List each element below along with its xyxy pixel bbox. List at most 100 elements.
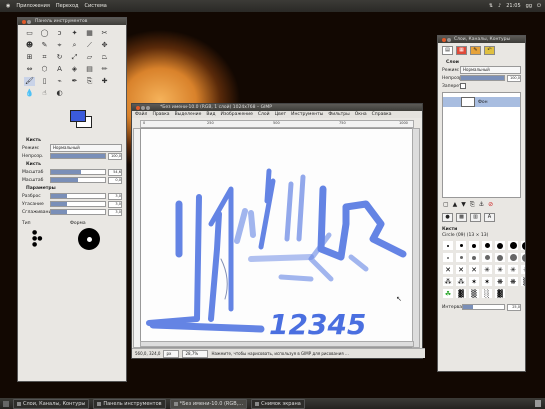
patterns-tab-icon[interactable]: ▩ <box>456 213 467 222</box>
horizontal-ruler[interactable]: 0 250 500 750 1000 <box>140 120 414 128</box>
unit-select[interactable]: px <box>163 349 180 358</box>
gradients-tab-icon[interactable]: ▥ <box>470 213 481 222</box>
layer-row[interactable]: Фон <box>443 97 520 107</box>
type-dots-icon[interactable]: ● ●● ● <box>32 230 42 248</box>
pencil-icon[interactable]: ✏ <box>99 65 110 74</box>
taskbar-item-layers[interactable]: Слои, Каналы, Контуры <box>13 398 90 409</box>
aspect-slider[interactable] <box>50 177 106 183</box>
heal-icon[interactable]: ✚ <box>99 77 110 86</box>
layer-name[interactable]: Фон <box>478 100 488 105</box>
fade-slider[interactable] <box>50 201 106 207</box>
gradient-icon[interactable]: ▤ <box>84 65 95 74</box>
layer-list[interactable]: Фон <box>442 92 521 198</box>
lock-pixels-checkbox[interactable] <box>460 83 466 89</box>
maximize-icon[interactable] <box>146 105 150 110</box>
ink-icon[interactable]: ✒ <box>69 77 80 86</box>
vertical-scrollbar[interactable] <box>412 128 420 348</box>
brush-item[interactable]: ✕ <box>469 265 479 274</box>
text-icon[interactable]: A <box>54 65 65 74</box>
lower-layer-icon[interactable]: ▼ <box>461 201 466 209</box>
brush-item[interactable]: ▓ <box>495 289 505 298</box>
brush-item[interactable]: ⁂ <box>456 277 466 286</box>
zoom-select[interactable]: 28,7% <box>182 349 209 358</box>
menu-windows[interactable]: Окна <box>355 112 367 117</box>
shear-icon[interactable]: ▱ <box>84 53 95 62</box>
volume-icon[interactable]: ♪ <box>498 3 501 9</box>
network-icon[interactable]: ⇅ <box>489 3 493 9</box>
clock[interactable]: 21:05 <box>506 3 520 9</box>
layer-opacity-value[interactable]: 100,0 <box>507 74 521 82</box>
foreground-select-icon[interactable]: ☻ <box>24 41 35 50</box>
brush-item[interactable]: ✳ <box>482 265 492 274</box>
brush-item[interactable]: ✶ <box>482 277 492 286</box>
brush-item[interactable]: ✕ <box>456 265 466 274</box>
opacity-slider[interactable] <box>50 153 106 159</box>
brush-item[interactable] <box>482 253 492 262</box>
dock-titlebar[interactable]: Слои, Каналы, Контуры <box>438 36 525 43</box>
taskbar-item-screenshot[interactable]: Снимок экрана <box>251 398 305 409</box>
paintbrush-icon[interactable]: 🖌 <box>24 77 35 86</box>
crop-icon[interactable]: ⌗ <box>39 53 50 62</box>
menu-colors[interactable]: Цвет <box>275 112 287 117</box>
brush-item[interactable] <box>508 253 518 262</box>
eraser-icon[interactable]: ▯ <box>39 77 50 86</box>
trash-icon[interactable] <box>535 400 541 407</box>
airbrush-icon[interactable]: ⌁ <box>54 77 65 86</box>
spacing-value[interactable]: 25,0 <box>507 303 521 311</box>
close-icon[interactable] <box>136 105 140 110</box>
brush-item[interactable]: ▒ <box>469 289 479 298</box>
brush-item[interactable]: ✳ <box>495 265 505 274</box>
user-name[interactable]: gg <box>526 3 532 9</box>
duplicate-layer-icon[interactable]: ⎘ <box>470 201 475 209</box>
close-icon[interactable] <box>442 37 446 42</box>
horizontal-scrollbar[interactable] <box>140 341 414 347</box>
brush-item[interactable]: ☘ <box>443 289 453 298</box>
menu-edit[interactable]: Правка <box>152 112 169 117</box>
ellipse-select-icon[interactable]: ◯ <box>39 29 50 38</box>
image-titlebar[interactable]: *Без имени-10.0 (RGB, 1 слой) 1024x768 –… <box>132 104 422 111</box>
brush-preview[interactable] <box>78 228 100 250</box>
menu-places[interactable]: Переход <box>56 3 79 9</box>
spacing-slider[interactable] <box>462 304 505 310</box>
jitter-slider[interactable] <box>50 193 106 199</box>
minimize-icon[interactable] <box>27 19 31 24</box>
cage-icon[interactable]: ⬡ <box>39 65 50 74</box>
image-canvas[interactable]: 12345 ↖ <box>140 128 414 348</box>
brush-item[interactable]: ✕ <box>443 265 453 274</box>
fonts-tab-icon[interactable]: A <box>484 213 495 222</box>
minimize-icon[interactable] <box>141 105 145 110</box>
menu-filters[interactable]: Фильтры <box>328 112 349 117</box>
size-slider[interactable] <box>50 169 106 175</box>
brush-item[interactable]: ✳ <box>521 265 525 274</box>
aspect-value[interactable]: 0,0 <box>108 176 122 184</box>
mode-select[interactable]: Нормальный <box>50 144 122 152</box>
blur-icon[interactable]: 💧 <box>24 89 35 98</box>
brush-item[interactable] <box>521 241 525 250</box>
menu-select[interactable]: Выделение <box>175 112 202 117</box>
brush-item[interactable]: ░ <box>482 289 492 298</box>
brush-item[interactable] <box>495 241 505 250</box>
power-icon[interactable]: ⏻ <box>537 3 541 9</box>
perspective-icon[interactable]: ⏢ <box>99 53 110 62</box>
size-value[interactable]: 54,6 <box>108 168 122 176</box>
scale-icon[interactable]: ⤢ <box>69 53 80 62</box>
brush-item[interactable] <box>469 253 479 262</box>
paths-tab-icon[interactable]: ✎ <box>470 46 481 55</box>
channels-tab-icon[interactable]: ▦ <box>456 46 467 55</box>
menu-file[interactable]: Файл <box>135 112 147 117</box>
bucket-fill-icon[interactable]: ◈ <box>69 65 80 74</box>
layer-mode-select[interactable]: Нормальный <box>460 66 521 74</box>
dodge-icon[interactable]: ◐ <box>54 89 65 98</box>
brush-item[interactable]: ✳ <box>508 265 518 274</box>
brushes-tab-icon[interactable]: ● <box>442 213 453 222</box>
new-layer-icon[interactable]: ▢ <box>443 201 449 209</box>
menu-tools[interactable]: Инструменты <box>291 112 323 117</box>
toolbox-titlebar[interactable]: Панель инструментов <box>18 18 126 25</box>
scissors-icon[interactable]: ✂ <box>99 29 110 38</box>
menu-applications[interactable]: Приложения <box>16 3 50 9</box>
smooth-slider[interactable] <box>50 209 106 215</box>
brush-item[interactable] <box>508 241 518 250</box>
brush-item[interactable]: ▓ <box>456 289 466 298</box>
delete-layer-icon[interactable]: ⊘ <box>488 201 493 209</box>
ubuntu-logo-icon[interactable]: ◉ <box>6 3 10 9</box>
